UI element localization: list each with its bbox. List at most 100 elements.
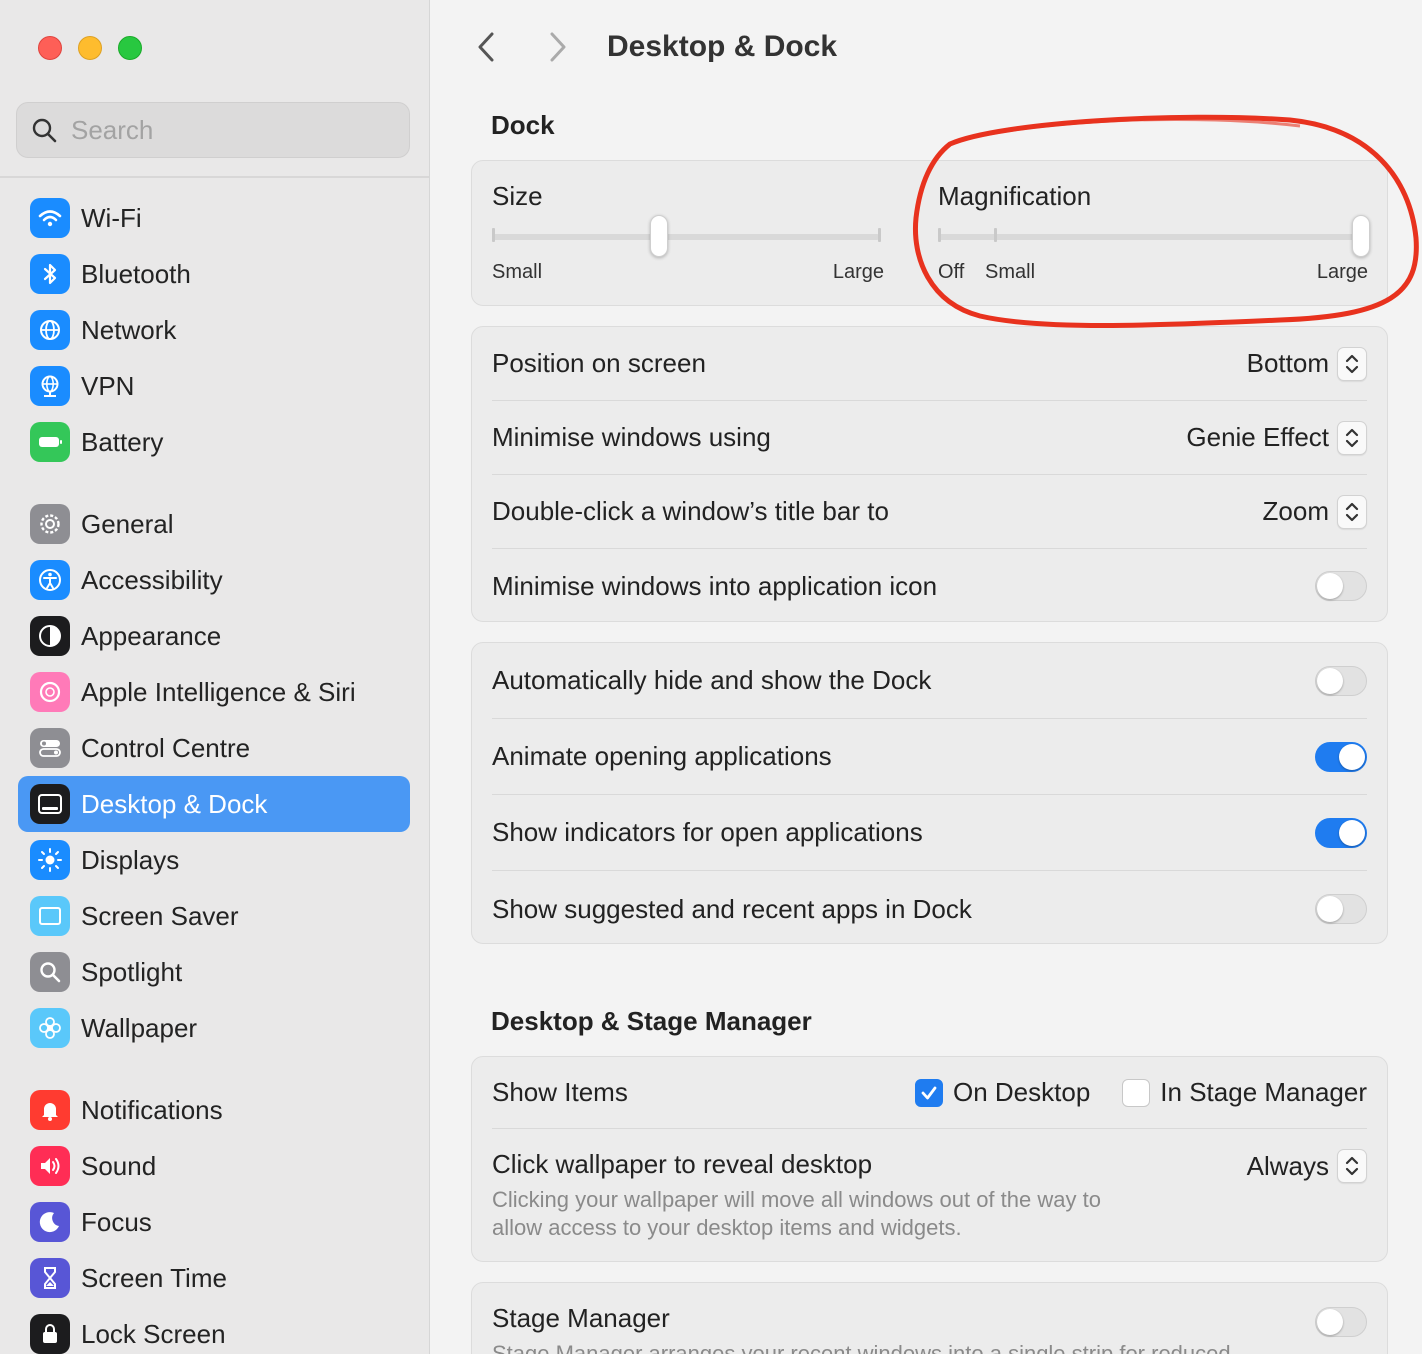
chevron-left-icon [478,32,494,62]
search-input[interactable] [71,114,391,146]
sidebar-item-bluetooth[interactable]: Bluetooth [18,246,410,302]
sidebar-item-spotlight[interactable]: Spotlight [18,944,410,1000]
sidebar-item-label: Displays [81,844,180,875]
sidebar-item-label: Wi-Fi [81,202,142,233]
double-click-a-window-s-title-bar-to-popup[interactable]: Zoom [1263,494,1367,529]
click-wallpaper-row: Click wallpaper to reveal desktop Clicki… [492,1129,1367,1261]
minimise-windows-into-application-icon-label: Minimise windows into application icon [492,570,938,601]
close-window-button[interactable] [38,36,62,60]
hourglass-icon [30,1258,70,1298]
show-indicators-for-open-applications-toggle[interactable] [1315,817,1367,848]
sidebar-item-network[interactable]: Network [18,302,410,358]
magnification-tick-off [938,228,941,242]
sidebar-item-appearance[interactable]: Appearance [18,608,410,664]
sidebar-item-accessibility[interactable]: Accessibility [18,552,410,608]
sidebar-item-screen-time[interactable]: Screen Time [18,1250,410,1306]
animate-opening-applications-toggle[interactable] [1315,741,1367,772]
sidebar: Wi-Fi Bluetooth Network VPN Battery General Ac… [0,0,430,1354]
sidebar-item-label: Sound [81,1150,157,1181]
automatically-hide-and-show-the-dock-label: Automatically hide and show the Dock [492,665,932,695]
click-wallpaper-value: Always [1246,1150,1329,1181]
show-items-label: Show Items [492,1077,628,1107]
size-label: Size [492,181,543,211]
on-desktop-option[interactable]: On Desktop [915,1077,1090,1108]
stage-manager-text: Stage Manager Stage Manager arranges you… [492,1303,1231,1354]
show-suggested-and-recent-apps-in-dock-row: Show suggested and recent apps in Dock [492,871,1367,947]
bluetooth-icon [30,254,70,294]
search-icon [32,118,57,143]
sidebar-item-sound[interactable]: Sound [18,1138,410,1194]
page-title: Desktop & Dock [607,30,838,63]
minimise-windows-into-application-icon-toggle[interactable] [1315,571,1367,601]
sidebar-item-label: Appearance [81,620,222,651]
minimise-windows-using-label: Minimise windows using [492,422,771,452]
sidebar-item-wallpaper[interactable]: Wallpaper [18,1000,410,1056]
animate-opening-applications-row: Animate opening applications [492,719,1367,795]
sidebar-item-label: Accessibility [81,564,223,595]
in-stage-manager-option[interactable]: In Stage Manager [1122,1077,1367,1108]
sidebar-item-control-centre[interactable]: Control Centre [18,720,410,776]
globe-icon [30,310,70,350]
moon-icon [30,1202,70,1242]
dock-size-card: Size Small Large Magnification Off Small… [471,160,1388,306]
show-items-row: Show Items On Desktop In Stage Manager [492,1057,1367,1129]
stage-manager-card: Stage Manager Stage Manager arranges you… [471,1282,1388,1354]
click-wallpaper-popup[interactable]: Always [1247,1149,1367,1183]
automatically-hide-and-show-the-dock-toggle[interactable] [1315,665,1367,696]
minimise-windows-using-value: Genie Effect [1186,422,1329,452]
sidebar-item-focus[interactable]: Focus [18,1194,410,1250]
stage-manager-row: Stage Manager Stage Manager arranges you… [492,1283,1367,1354]
sidebar-item-screen-saver[interactable]: Screen Saver [18,888,410,944]
magnification-slider-thumb[interactable] [1352,215,1370,257]
zoom-window-button[interactable] [118,36,142,60]
desktop-stage-card: Show Items On Desktop In Stage Manager C… [471,1056,1388,1262]
magnification-slider-track[interactable] [938,234,1368,240]
sidebar-item-battery[interactable]: Battery [18,414,410,470]
magnification-off-label: Off [938,261,965,283]
size-slider-track[interactable] [492,234,880,240]
updown-chevron-icon [1337,1149,1367,1183]
magnification-max-label: Large [1316,261,1368,283]
window-controls [38,36,142,60]
sidebar-item-desktop-and-dock[interactable]: Desktop & Dock [18,776,410,832]
section-title-desktop-stage: Desktop & Stage Manager [491,1006,812,1036]
sidebar-item-lock-screen[interactable]: Lock Screen [18,1306,410,1354]
stage-manager-label: Stage Manager [492,1303,670,1333]
automatically-hide-and-show-the-dock-row: Automatically hide and show the Dock [492,643,1367,719]
position-on-screen-popup[interactable]: Bottom [1246,346,1367,381]
magnification-min-label: Small [985,261,1036,283]
search-field[interactable] [16,102,410,158]
sidebar-item-displays[interactable]: Displays [18,832,410,888]
siri-icon [30,672,70,712]
magnifier-icon [30,952,70,992]
size-slider-thumb[interactable] [650,215,668,257]
sidebar-item-vpn[interactable]: VPN [18,358,410,414]
in-stage-manager-checkbox[interactable] [1122,1078,1151,1107]
bell-icon [30,1090,70,1130]
size-tick-min [492,228,495,242]
position-on-screen-label: Position on screen [492,348,706,378]
chevron-right-icon [550,32,566,62]
minimise-windows-using-popup[interactable]: Genie Effect [1186,420,1367,455]
minimize-window-button[interactable] [78,36,102,60]
sidebar-item-label: Lock Screen [81,1318,226,1349]
dock-behaviour-card: Automatically hide and show the Dock Anim… [471,642,1388,944]
sidebar-item-notifications[interactable]: Notifications [18,1082,410,1138]
position-on-screen-value: Bottom [1246,348,1329,378]
sidebar-item-label: General [81,508,174,539]
control-centre-icon [30,728,70,768]
sidebar-item-label: Screen Time [81,1262,227,1293]
forward-button[interactable] [543,30,573,64]
stage-manager-toggle[interactable] [1315,1307,1367,1337]
sidebar-item-general[interactable]: General [18,496,410,552]
on-desktop-checkbox[interactable] [915,1078,943,1107]
sidebar-item-wi-fi[interactable]: Wi-Fi [18,190,410,246]
size-min-label: Small [492,261,543,283]
sidebar-item-label: Wallpaper [81,1012,198,1043]
checkmark-icon [921,1086,937,1099]
show-suggested-and-recent-apps-in-dock-toggle[interactable] [1315,894,1367,924]
back-button[interactable] [471,30,501,64]
lock-icon [30,1314,70,1354]
sidebar-item-apple-intelligence-and-siri[interactable]: Apple Intelligence & Siri [18,664,410,720]
